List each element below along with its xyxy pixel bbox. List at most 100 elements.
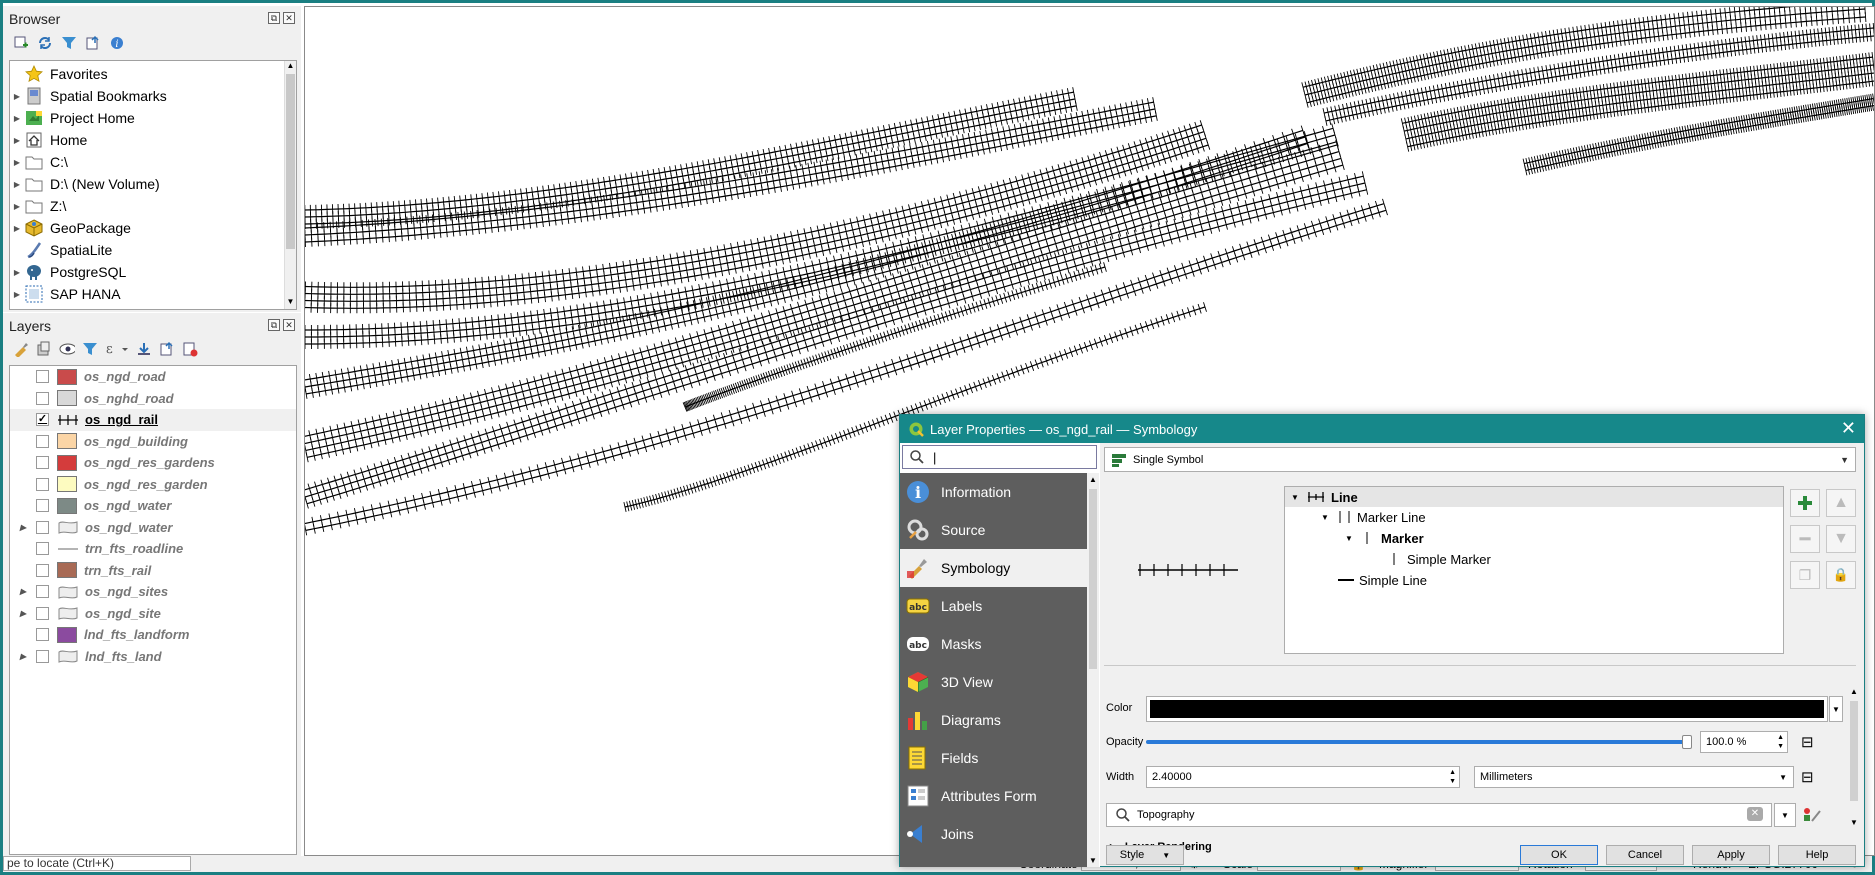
expand-arrow-icon[interactable]: ▶ (10, 136, 24, 145)
expand-arrow-icon[interactable]: ▶ (10, 158, 24, 167)
layer-item[interactable]: ▶ os_ngd_site (10, 603, 296, 625)
layer-item[interactable]: ✓ os_ngd_rail (10, 409, 296, 431)
browser-scrollbar[interactable]: ▲ ▼ (284, 61, 296, 309)
duplicate-button[interactable]: ❐ (1790, 561, 1820, 589)
apply-button[interactable]: Apply (1692, 845, 1770, 865)
layer-visibility-checkbox[interactable] (36, 434, 49, 448)
add-symbol-layer-button[interactable] (1790, 489, 1820, 517)
move-down-button[interactable]: ▼ (1826, 525, 1856, 553)
filter-expression-icon[interactable]: ε (105, 341, 129, 357)
layer-item[interactable]: trn_fts_rail (10, 560, 296, 582)
sidebar-search-input[interactable]: | (902, 445, 1097, 469)
nav-item[interactable]: 3D View (900, 663, 1087, 701)
expand-arrow-icon[interactable]: ▶ (10, 114, 24, 123)
expand-arrow-icon[interactable]: ▶ (10, 290, 24, 299)
nav-item[interactable]: Source (900, 511, 1087, 549)
nav-item[interactable]: Diagrams (900, 701, 1087, 739)
browser-item[interactable]: ▶ Z:\ (10, 195, 284, 217)
tree-row-marker-line[interactable]: ▼ Marker Line (1321, 507, 1426, 527)
layer-item[interactable]: os_nghd_road (10, 388, 296, 410)
expand-arrow-icon[interactable]: ▶ (10, 587, 36, 596)
browser-item[interactable]: ▶ SAP HANA (10, 283, 284, 305)
tree-row-marker[interactable]: ▼ Marker (1345, 528, 1424, 548)
browser-item[interactable]: ▶ D:\ (New Volume) (10, 173, 284, 195)
expand-arrow-icon[interactable]: ▶ (10, 180, 24, 189)
close-icon[interactable]: ✕ (1841, 418, 1856, 439)
nav-scrollbar[interactable]: ▲ ▼ (1087, 473, 1099, 867)
layer-visibility-checkbox[interactable] (36, 606, 49, 620)
layer-item[interactable]: ▶ os_ngd_water (10, 517, 296, 539)
symbol-library-search[interactable]: Topography ✕ (1106, 803, 1772, 827)
browser-item[interactable]: ▶ C:\ (10, 151, 284, 173)
tree-row-line[interactable]: ▼ Line (1285, 487, 1783, 507)
nav-item[interactable]: Attributes Form (900, 777, 1087, 815)
data-defined-override-icon[interactable]: ⊟ (1801, 733, 1825, 753)
nav-item[interactable]: Fields (900, 739, 1087, 777)
move-up-button[interactable]: ▲ (1826, 489, 1856, 517)
expand-arrow-icon[interactable]: ▶ (10, 652, 36, 661)
float-panel-icon[interactable]: ⧉ (268, 319, 280, 331)
add-selected-layers-icon[interactable] (13, 35, 29, 51)
library-filter-dropdown[interactable]: ▼ (1774, 803, 1796, 827)
layer-item[interactable]: lnd_fts_landform (10, 624, 296, 646)
opacity-slider[interactable] (1146, 735, 1692, 749)
lock-button[interactable]: 🔒 (1826, 561, 1856, 589)
layer-visibility-checkbox[interactable] (36, 499, 49, 513)
expand-arrow-icon[interactable]: ▶ (10, 609, 36, 618)
color-dropdown[interactable]: ▼ (1829, 696, 1843, 722)
expand-arrow-icon[interactable]: ▶ (10, 268, 24, 277)
width-spinbox[interactable]: 2.40000 ▲ ▼ (1146, 766, 1460, 788)
color-button[interactable] (1146, 696, 1828, 722)
float-panel-icon[interactable]: ⧉ (268, 12, 280, 24)
info-icon[interactable]: i (109, 35, 125, 51)
cancel-button[interactable]: Cancel (1606, 845, 1684, 865)
nav-item[interactable]: Joins (900, 815, 1087, 853)
pane-scrollbar[interactable]: ▲ ▼ (1848, 687, 1860, 827)
layer-visibility-checkbox[interactable] (36, 563, 49, 577)
chevron-down-icon[interactable]: ▼ (1321, 513, 1337, 522)
spin-arrows-icon[interactable]: ▲ ▼ (1449, 768, 1456, 786)
layer-visibility-checkbox[interactable] (36, 649, 49, 663)
unit-combo[interactable]: Millimeters ▼ (1474, 766, 1794, 788)
ok-button[interactable]: OK (1520, 845, 1598, 865)
browser-item[interactable]: SpatiaLite (10, 239, 284, 261)
remove-layer-icon[interactable] (182, 341, 198, 357)
spin-arrows-icon[interactable]: ▲ ▼ (1777, 733, 1784, 751)
locator-input[interactable]: pe to locate (Ctrl+K) (3, 856, 191, 871)
filter-legend-icon[interactable] (82, 341, 98, 357)
browser-item[interactable]: ▶ Project Home (10, 107, 284, 129)
renderer-combo[interactable]: Single Symbol ▼ (1104, 447, 1856, 472)
close-panel-icon[interactable]: ✕ (283, 319, 295, 331)
collapse-all-icon[interactable] (159, 341, 175, 357)
add-group-icon[interactable] (36, 341, 52, 357)
expand-arrow-icon[interactable]: ▶ (10, 523, 36, 532)
clear-icon[interactable]: ✕ (1747, 807, 1763, 821)
chevron-down-icon[interactable]: ▼ (1291, 493, 1307, 502)
layer-visibility-checkbox[interactable] (36, 391, 49, 405)
browser-item[interactable]: Favorites (10, 63, 284, 85)
browser-item[interactable]: ▶ GeoPackage (10, 217, 284, 239)
tree-row-simple-marker[interactable]: Simple Marker (1389, 549, 1491, 569)
layer-item[interactable]: trn_fts_roadline (10, 538, 296, 560)
layer-item[interactable]: os_ngd_building (10, 431, 296, 453)
splitter[interactable] (1104, 665, 1856, 666)
layer-item[interactable]: ▶ lnd_fts_land (10, 646, 296, 668)
layer-visibility-checkbox[interactable] (36, 477, 49, 491)
nav-item[interactable]: Symbology (900, 549, 1087, 587)
layer-item[interactable]: os_ngd_res_gardens (10, 452, 296, 474)
filter-icon[interactable] (61, 35, 77, 51)
help-button[interactable]: Help (1778, 845, 1856, 865)
opacity-slider-handle[interactable] (1682, 735, 1692, 749)
layer-visibility-checkbox[interactable] (36, 370, 49, 384)
nav-item[interactable]: abc Labels (900, 587, 1087, 625)
layer-item[interactable]: os_ngd_res_garden (10, 474, 296, 496)
layer-item[interactable]: os_ngd_water (10, 495, 296, 517)
browser-item[interactable]: ▶ PostgreSQL (10, 261, 284, 283)
opacity-spinbox[interactable]: 100.0 % ▲ ▼ (1700, 731, 1788, 753)
expand-arrow-icon[interactable]: ▶ (10, 92, 24, 101)
tree-row-simple-line[interactable]: Simple Line (1337, 570, 1427, 590)
layer-item[interactable]: os_ngd_road (10, 366, 296, 388)
layer-visibility-checkbox[interactable] (36, 520, 49, 534)
layer-visibility-checkbox[interactable] (36, 585, 49, 599)
layer-visibility-checkbox[interactable] (36, 628, 49, 642)
